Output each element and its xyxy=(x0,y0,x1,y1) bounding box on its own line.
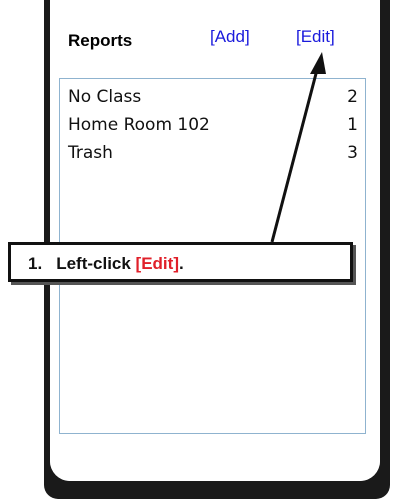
instruction-callout: 1. Left-click [Edit]. xyxy=(8,242,353,282)
callout-prefix: Left-click xyxy=(56,254,136,273)
callout-highlight: [Edit] xyxy=(135,254,179,273)
step-number: 1. xyxy=(28,254,43,273)
callout-text: 1. Left-click [Edit]. xyxy=(28,254,184,274)
arrow-head-icon xyxy=(310,52,326,74)
callout-suffix: . xyxy=(178,254,184,273)
arrow-line xyxy=(270,65,320,243)
